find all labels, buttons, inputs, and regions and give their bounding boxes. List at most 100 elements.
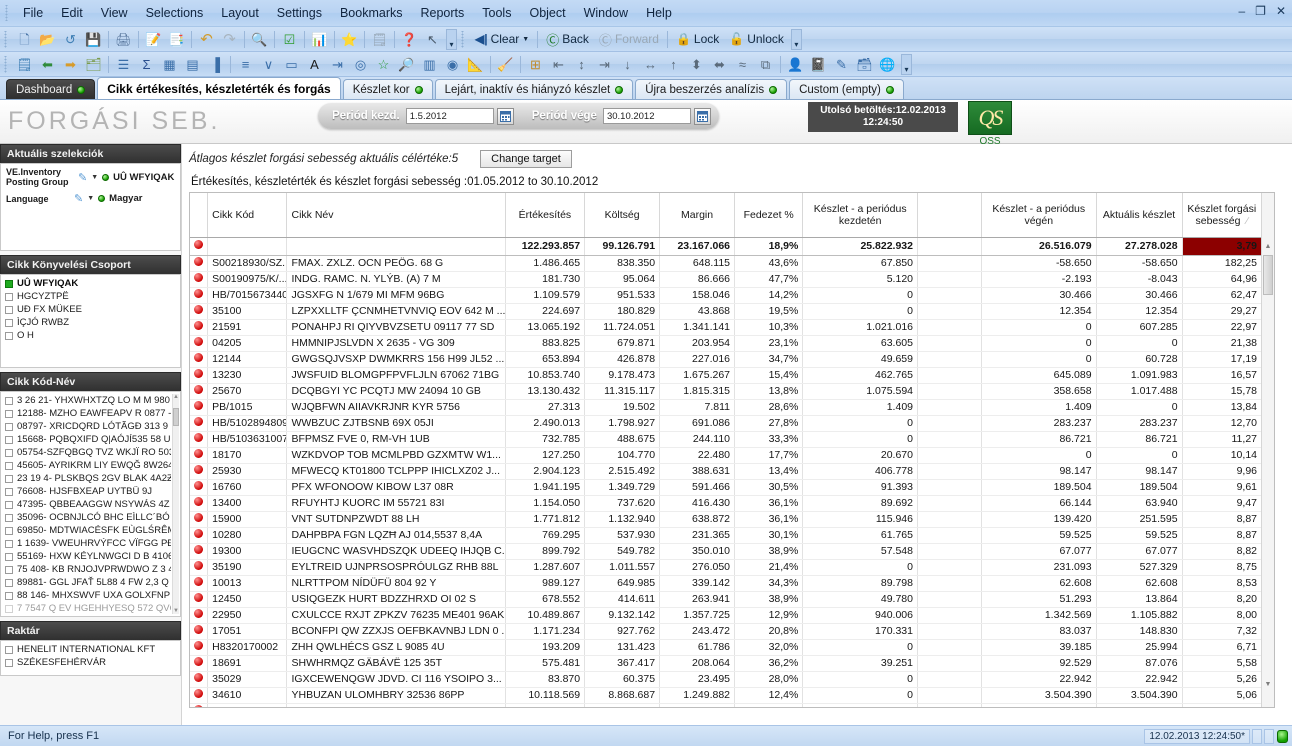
- cell-keszlet-kezdeten[interactable]: 170.331: [802, 623, 918, 640]
- cell-spacer[interactable]: [917, 271, 982, 288]
- cell-keszlet-kezdeten[interactable]: 0: [802, 303, 918, 320]
- menu-item-bookmarks[interactable]: Bookmarks: [331, 3, 412, 24]
- cell-cikk-nev[interactable]: CXULCCE RXJT ZPKZV 76235 ME401 96AK: [286, 607, 506, 624]
- cell-spacer[interactable]: [917, 623, 982, 640]
- cell-fedezet-pct[interactable]: 12,4%: [734, 687, 804, 704]
- table-row[interactable]: 18170 WZKDVOP TOB MCMLPBD GZXMTW W1... 127…: [190, 447, 1263, 464]
- cell-keszlet-kezdeten[interactable]: 940.006: [802, 607, 918, 624]
- menu-item-layout[interactable]: Layout: [212, 3, 268, 24]
- tab-ujra-beszerzes[interactable]: Újra beszerzés analízis: [635, 79, 788, 99]
- cell-margin[interactable]: 691.086: [659, 415, 736, 432]
- cell-keszlet-kezdeten[interactable]: 0: [802, 671, 918, 688]
- cell-keszlet-vegen[interactable]: 189.504: [981, 479, 1097, 496]
- cell-aktualis-keszlet[interactable]: 60.728: [1096, 351, 1183, 368]
- cell-aktualis-keszlet[interactable]: 1.091.983: [1096, 367, 1183, 384]
- cell-margin[interactable]: 227.016: [659, 351, 736, 368]
- table-row[interactable]: 21591 PONAHPJ RI QIYVBVZSETU 09117 77 SD 1…: [190, 319, 1263, 336]
- open-url-icon[interactable]: 🌐: [877, 54, 898, 75]
- cell-margin[interactable]: 231.365: [659, 527, 736, 544]
- cell-cikk-kod[interactable]: 13230: [207, 367, 288, 384]
- cell-cikk-nev[interactable]: DMWEEWCJOQLSMAJ. DS400 NZDVKJ ...: [286, 703, 506, 707]
- redo-icon[interactable]: ↷: [219, 29, 240, 50]
- cell-cikk-kod[interactable]: 34610: [207, 687, 288, 704]
- list-item[interactable]: 3 26 21- YHXWHXTZQ LO M M 980 6TU: [1, 394, 171, 407]
- cell-koltseg[interactable]: 414.611: [584, 591, 661, 608]
- tab-cikk-ertekesites[interactable]: Cikk értékesítés, készletérték és forgás: [97, 77, 341, 99]
- cell-keszlet-kezdeten[interactable]: 20.670: [802, 447, 918, 464]
- cell-forgasi-sebesseg[interactable]: 8,75: [1182, 559, 1263, 576]
- cell-fedezet-pct[interactable]: 27,8%: [734, 415, 804, 432]
- cell-spacer[interactable]: [917, 575, 982, 592]
- cell-aktualis-keszlet[interactable]: 1.017.488: [1096, 383, 1183, 400]
- line-arrow-icon[interactable]: ⇥: [327, 54, 348, 75]
- note-icon[interactable]: 🗒: [369, 29, 390, 50]
- cell-cikk-kod[interactable]: 25930: [207, 463, 288, 480]
- cell-forgasi-sebesseg[interactable]: 182,25: [1182, 255, 1263, 272]
- cell-margin[interactable]: 1.815.315: [659, 383, 736, 400]
- cell-keszlet-kezdeten[interactable]: 0: [802, 703, 918, 707]
- table-row[interactable]: 35029 IGXCEWENQGW JDVD. CI 116 YSOIPO 3..…: [190, 671, 1263, 688]
- align-bottom-icon[interactable]: ↓: [617, 54, 638, 75]
- cell-margin[interactable]: 43.868: [659, 303, 736, 320]
- cell-aktualis-keszlet[interactable]: 12.354: [1096, 303, 1183, 320]
- new-document-icon[interactable]: 🗋: [14, 29, 35, 50]
- list-item[interactable]: O H: [1, 329, 180, 342]
- chevron-down-icon[interactable]: ▼: [87, 195, 94, 202]
- cell-cikk-kod[interactable]: 35190: [207, 559, 288, 576]
- cell-ertekesites[interactable]: 653.894: [505, 351, 586, 368]
- cell-ertekesites[interactable]: 2.904.123: [505, 463, 586, 480]
- cell-aktualis-keszlet[interactable]: 3.504.390: [1096, 687, 1183, 704]
- new-sheet-icon[interactable]: 🗒: [14, 54, 35, 75]
- checkbox-icon[interactable]: [5, 578, 13, 587]
- cell-keszlet-vegen[interactable]: 139.420: [981, 511, 1097, 528]
- table-row[interactable]: 12144 GWGSQJVSXP DWMKRRS 156 H99 JL52 ...…: [190, 351, 1263, 368]
- snap-grid-icon[interactable]: ⊞: [525, 54, 546, 75]
- cell-forgasi-sebesseg[interactable]: 29,27: [1182, 303, 1263, 320]
- list-item[interactable]: 1 1639- VWEUHRVÝFCC VÏFGG PÐV 87 ...: [1, 537, 171, 550]
- warehouse-list[interactable]: HENELIT INTERNATIONAL KFT SZÉKESFEHÉRVÁR: [0, 640, 181, 676]
- menu-item-view[interactable]: View: [92, 3, 137, 24]
- list-item[interactable]: 75 408- KB RNJOJVPRWDWO Z 3 46 7 V: [1, 563, 171, 576]
- list-item[interactable]: HGCYZTPË: [1, 290, 180, 303]
- cell-forgasi-sebesseg[interactable]: 21,38: [1182, 335, 1263, 352]
- cell-cikk-nev[interactable]: HMMNIPJSLVDN X 2635 - VG 309: [286, 335, 506, 352]
- forward-button[interactable]: Ⓒ Forward: [594, 29, 664, 49]
- promote-sheet-icon[interactable]: ⬅: [37, 54, 58, 75]
- cell-cikk-nev[interactable]: WJQBFWN AIIAVKRJNR KYR 5756: [286, 399, 506, 416]
- cell-cikk-nev[interactable]: MFWECQ KT01800 TCLPPP IHICLXZ02 J...: [286, 463, 506, 480]
- cell-cikk-kod[interactable]: 04205: [207, 335, 288, 352]
- cell-fedezet-pct[interactable]: 14,2%: [734, 287, 804, 304]
- cell-forgasi-sebesseg[interactable]: 9,96: [1182, 463, 1263, 480]
- checkbox-icon[interactable]: [5, 591, 13, 600]
- cell-forgasi-sebesseg[interactable]: 3,79: [1182, 237, 1263, 256]
- input-box-icon[interactable]: ≡: [235, 54, 256, 75]
- cell-cikk-kod[interactable]: 35061: [207, 703, 288, 707]
- table-row[interactable]: S00218930/SZ... FMAX. ZXLZ. OCN PEÖG. 68 …: [190, 255, 1263, 272]
- cell-margin[interactable]: 158.046: [659, 287, 736, 304]
- cell-ertekesites[interactable]: 13.130.432: [505, 383, 586, 400]
- current-selections-icon[interactable]: ▭: [281, 54, 302, 75]
- distribute-h-icon[interactable]: ⬌: [709, 54, 730, 75]
- cell-koltseg[interactable]: 1.349.729: [584, 479, 661, 496]
- table-box-icon[interactable]: ▦: [159, 54, 180, 75]
- cell-spacer[interactable]: [917, 559, 982, 576]
- cell-aktualis-keszlet[interactable]: 148.830: [1096, 623, 1183, 640]
- cell-keszlet-kezdeten[interactable]: 0: [802, 639, 918, 656]
- cell-forgasi-sebesseg[interactable]: 8,87: [1182, 511, 1263, 528]
- cell-aktualis-keszlet[interactable]: 63.940: [1096, 495, 1183, 512]
- cell-koltseg[interactable]: 426.878: [584, 351, 661, 368]
- resize-same-icon[interactable]: ⧉: [755, 54, 776, 75]
- cell-fedezet-pct[interactable]: 36,1%: [734, 511, 804, 528]
- edit-pencil-icon[interactable]: ✎: [74, 192, 83, 205]
- item-posting-group-list[interactable]: UÛ WFYIQAK HGCYZTPË UÐ FX MÜKEE ÌÇJÓ RWBZ O …: [0, 274, 181, 368]
- cell-fedezet-pct[interactable]: 12,9%: [734, 607, 804, 624]
- checkbox-icon[interactable]: [5, 565, 13, 574]
- calendar-icon-end[interactable]: [693, 107, 711, 125]
- table-viewer-icon[interactable]: 🗃: [854, 54, 875, 75]
- cell-fedezet-pct[interactable]: 34,7%: [734, 351, 804, 368]
- checkbox-selected-icon[interactable]: [5, 279, 13, 288]
- checkbox-icon[interactable]: [5, 539, 13, 548]
- cell-keszlet-vegen[interactable]: 67.077: [981, 543, 1097, 560]
- cell-aktualis-keszlet[interactable]: 13.864: [1096, 591, 1183, 608]
- cell-forgasi-sebesseg[interactable]: 11,27: [1182, 431, 1263, 448]
